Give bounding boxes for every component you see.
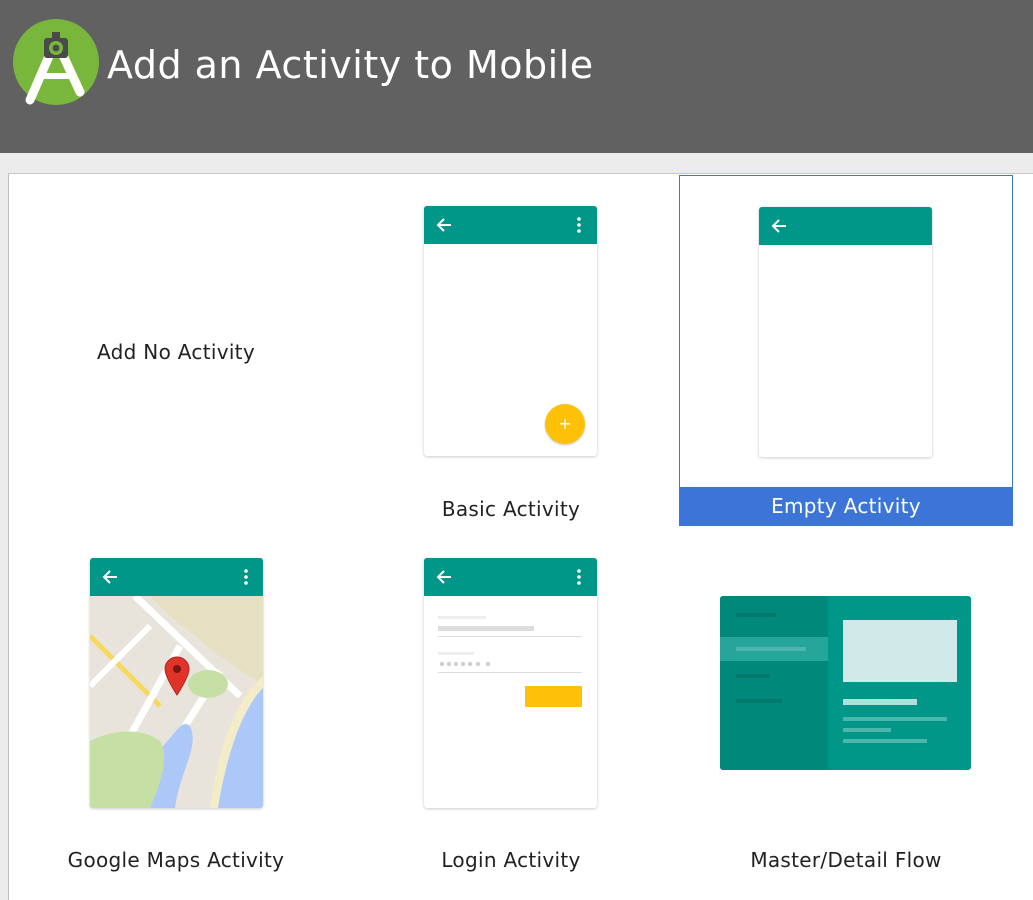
- activity-gallery: Add No Activity + Basic Activity Empty A…: [8, 173, 1033, 900]
- map-illustration: [90, 596, 263, 808]
- dialog-header: Add an Activity to Mobile: [0, 0, 1033, 153]
- dialog-title: Add an Activity to Mobile: [107, 43, 594, 87]
- app-bar: [424, 206, 597, 244]
- arrow-back-icon: [436, 570, 451, 584]
- activity-tile-login-activity[interactable]: Login Activity: [344, 526, 678, 876]
- activity-label: Empty Activity: [680, 487, 1012, 526]
- master-detail-preview: [720, 596, 971, 770]
- android-studio-logo-icon: [13, 19, 99, 105]
- app-bar: [90, 558, 263, 596]
- activity-label: Login Activity: [441, 848, 581, 872]
- activity-tile-basic-activity[interactable]: + Basic Activity: [344, 174, 678, 524]
- google-maps-preview: [90, 558, 263, 808]
- activity-tile-add-no-activity[interactable]: Add No Activity: [9, 174, 343, 524]
- activity-label: Basic Activity: [441, 497, 581, 521]
- activity-tile-empty-activity[interactable]: Empty Activity: [679, 175, 1013, 526]
- arrow-back-icon: [102, 570, 117, 584]
- activity-label: Master/Detail Flow: [750, 848, 942, 872]
- more-vert-icon: [244, 569, 248, 585]
- basic-activity-preview: +: [424, 206, 597, 456]
- login-form-illustration: [438, 616, 582, 707]
- arrow-back-icon: [771, 219, 786, 233]
- activity-tile-master-detail-flow[interactable]: Master/Detail Flow: [679, 526, 1013, 876]
- more-vert-icon: [577, 217, 581, 233]
- app-bar: [759, 207, 932, 245]
- app-bar: [424, 558, 597, 596]
- activity-tile-google-maps-activity[interactable]: Google Maps Activity: [9, 526, 343, 876]
- activity-label: Google Maps Activity: [67, 848, 285, 872]
- activity-label: Add No Activity: [97, 340, 255, 364]
- map-pin-icon: [164, 656, 190, 696]
- add-icon: +: [545, 404, 585, 444]
- login-activity-preview: [424, 558, 597, 808]
- more-vert-icon: [577, 569, 581, 585]
- empty-activity-preview: [759, 207, 932, 457]
- arrow-back-icon: [436, 218, 451, 232]
